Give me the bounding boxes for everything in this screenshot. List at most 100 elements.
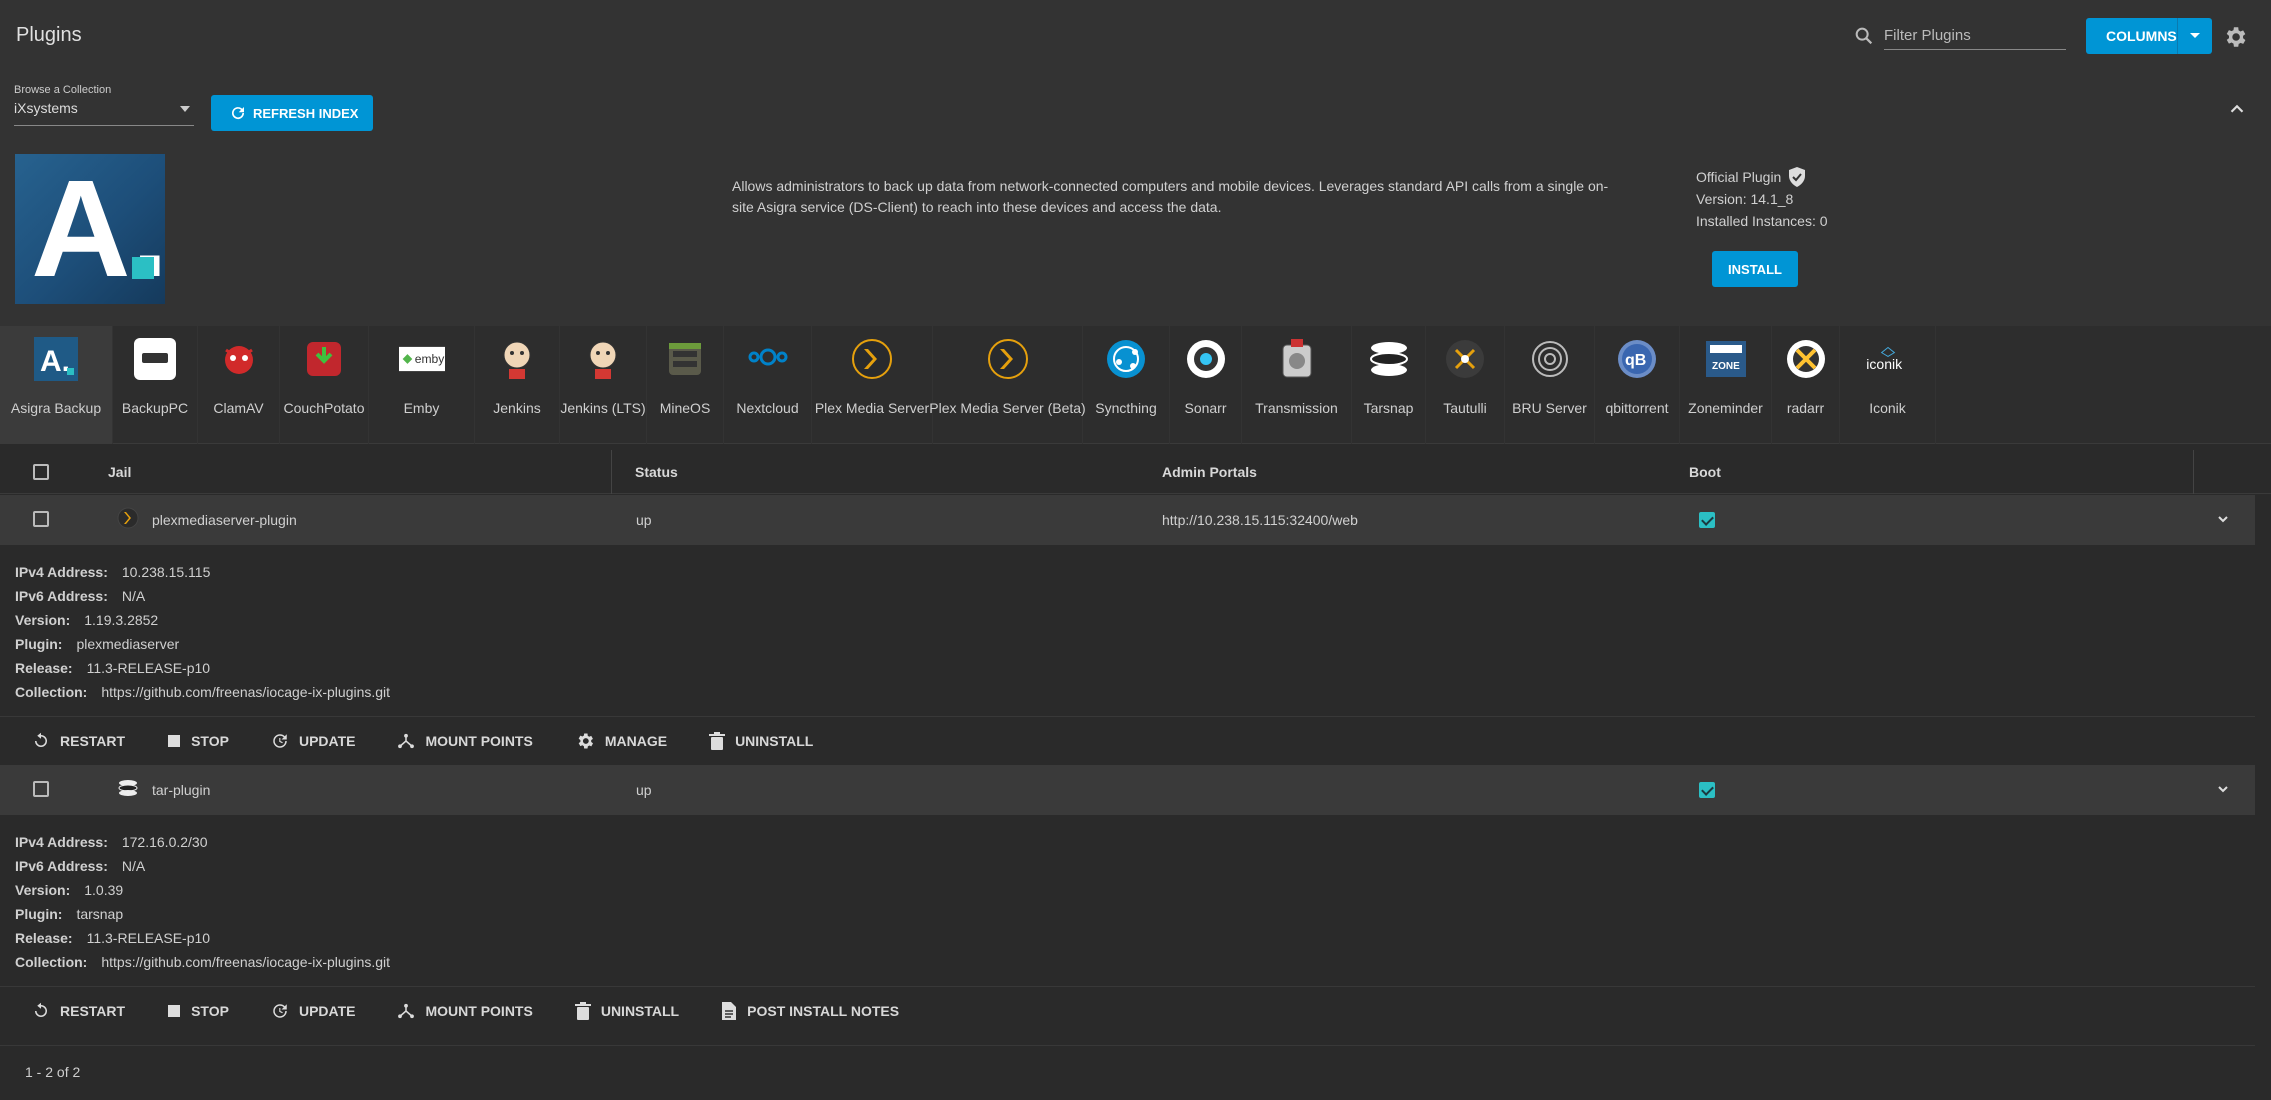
plugin-tile[interactable]: BackupPC (113, 326, 198, 444)
tarsnap-icon (1366, 336, 1412, 382)
verified-shield-icon (1789, 167, 1806, 187)
plugin-tile[interactable]: Tautulli (1426, 326, 1505, 444)
plugin-tile[interactable]: Jenkins (475, 326, 560, 444)
plugin-name: BackupPC (121, 400, 189, 416)
row-actions: RESTART STOP UPDATE MOUNT POINTS MANAGE … (0, 716, 2255, 764)
plugin-name: Sonarr (1184, 400, 1227, 416)
stop-button[interactable]: STOP (167, 733, 229, 749)
plugin-tile[interactable]: Transmission (1242, 326, 1352, 444)
plugin-tile[interactable]: Nextcloud (724, 326, 812, 444)
plugin-tile[interactable]: radarr (1772, 326, 1840, 444)
plugin-name: Iconik (1869, 400, 1906, 416)
svg-text:emby: emby (414, 352, 444, 366)
col-status[interactable]: Status (635, 464, 678, 480)
search-icon[interactable] (1853, 25, 1875, 47)
plugin-tile[interactable]: emby Emby (369, 326, 475, 444)
table-header: Jail Status Admin Portals Boot (0, 450, 2271, 494)
jenkins-icon (494, 336, 540, 382)
plugin-name: Nextcloud (736, 400, 799, 416)
row-actions: RESTART STOP UPDATE MOUNT POINTS UNINSTA… (0, 986, 2255, 1034)
detail-collection: Collection: https://github.com/freenas/io… (15, 684, 391, 700)
plugin-name: Asigra Backup (10, 400, 102, 416)
update-button[interactable]: UPDATE (271, 732, 355, 750)
refresh-label: REFRESH INDEX (253, 105, 359, 121)
plugin-tile[interactable]: Sonarr (1170, 326, 1242, 444)
detail-ipv4: IPv4 Address: 172.16.0.2/30 (15, 834, 208, 850)
gear-icon[interactable] (2222, 24, 2248, 50)
plugin-tile[interactable]: ZONE Zoneminder (1680, 326, 1772, 444)
detail-release: Release: 11.3-RELEASE-p10 (15, 930, 211, 946)
table-row[interactable]: plexmediaserver-plugin up http://10.238.… (0, 495, 2255, 545)
plugin-tile[interactable]: iconik Iconik (1840, 326, 1936, 444)
install-button[interactable]: INSTALL (1712, 251, 1798, 287)
columns-label: COLUMNS (2106, 28, 2177, 44)
plugin-tile[interactable]: Plex Media Server (Beta) (929, 326, 1086, 444)
row-checkbox[interactable] (33, 511, 49, 527)
plugin-tile[interactable]: ClamAV (198, 326, 280, 444)
plugin-tile[interactable]: A. Asigra Backup (0, 326, 113, 444)
chevron-up-icon[interactable] (2226, 98, 2248, 120)
collection-select[interactable]: iXsystems (14, 100, 194, 126)
top-bar: Plugins COLUMNS (0, 0, 2271, 72)
refresh-index-button[interactable]: REFRESH INDEX (211, 95, 373, 131)
uninstall-button[interactable]: UNINSTALL (709, 731, 813, 750)
gear-icon (578, 733, 593, 748)
detail-ipv6: IPv6 Address: N/A (15, 588, 146, 604)
col-admin-portals[interactable]: Admin Portals (1162, 464, 1257, 480)
stop-button[interactable]: STOP (167, 1003, 229, 1019)
chevron-down-icon[interactable] (2216, 512, 2230, 526)
plugin-name: Jenkins (493, 400, 541, 416)
plugin-tile[interactable]: Plex Media Server (812, 326, 933, 444)
plugin-tile[interactable]: MineOS (647, 326, 724, 444)
document-icon (722, 1001, 737, 1020)
pagination-range: 1 - 2 of 2 (0, 1045, 2255, 1095)
plex-beta-icon (985, 336, 1031, 382)
detail-version: Version: 1.19.3.2852 (15, 612, 159, 628)
uninstall-button[interactable]: UNINSTALL (574, 1001, 679, 1020)
mineos-icon (662, 336, 708, 382)
boot-checkbox[interactable] (1699, 512, 1715, 528)
detail-plugin: Plugin: tarsnap (15, 906, 124, 922)
detail-ipv6: IPv6 Address: N/A (15, 858, 146, 874)
table-row[interactable]: tar-plugin up (0, 765, 2255, 815)
plugin-name: Plex Media Server (814, 400, 930, 416)
admin-portal-link[interactable]: http://10.238.15.115:32400/web (1162, 512, 1358, 528)
mount-points-button[interactable]: MOUNT POINTS (397, 732, 533, 750)
status-value: up (636, 512, 652, 528)
transmission-icon (1274, 336, 1320, 382)
jenkins-lts-icon (580, 336, 626, 382)
plugin-tile[interactable]: BRU Server (1505, 326, 1595, 444)
mount-points-icon (398, 733, 415, 748)
plugin-tile[interactable]: Jenkins (LTS) (560, 326, 647, 444)
iconik-icon: iconik (1865, 336, 1911, 382)
syncthing-icon (1103, 336, 1149, 382)
row-checkbox[interactable] (33, 781, 49, 797)
restart-button[interactable]: RESTART (32, 1002, 125, 1020)
plugin-name: Jenkins (LTS) (560, 400, 646, 416)
plugin-tile[interactable]: Syncthing (1083, 326, 1170, 444)
plugin-info: Official Plugin Version: 14.1_8 Installe… (1696, 166, 1828, 232)
manage-button[interactable]: MANAGE (575, 731, 667, 751)
plugin-name: Plex Media Server (Beta) (929, 400, 1086, 416)
post-install-notes-button[interactable]: POST INSTALL NOTES (721, 1001, 899, 1021)
plugin-name: Tarsnap (1363, 400, 1414, 416)
col-boot[interactable]: Boot (1689, 464, 1721, 480)
boot-checkbox[interactable] (1699, 782, 1715, 798)
filter-plugins-input[interactable] (1884, 22, 2066, 50)
columns-button[interactable]: COLUMNS (2086, 18, 2212, 54)
restart-button[interactable]: RESTART (32, 732, 125, 750)
plugin-tile[interactable]: CouchPotato (280, 326, 369, 444)
svg-text:iconik: iconik (1866, 356, 1903, 372)
mount-points-button[interactable]: MOUNT POINTS (397, 1002, 533, 1020)
tautulli-icon (1442, 336, 1488, 382)
clamav-icon (216, 336, 262, 382)
chevron-down-icon[interactable] (2216, 782, 2230, 796)
col-jail[interactable]: Jail (108, 464, 131, 480)
plugin-tile[interactable]: Tarsnap (1352, 326, 1426, 444)
nextcloud-icon (745, 336, 791, 382)
chevron-down-icon[interactable] (2176, 18, 2212, 54)
plugin-tile[interactable]: qB qbittorrent (1595, 326, 1680, 444)
update-button[interactable]: UPDATE (271, 1002, 355, 1020)
select-all-checkbox[interactable] (33, 464, 49, 480)
jail-name: tar-plugin (152, 782, 211, 798)
